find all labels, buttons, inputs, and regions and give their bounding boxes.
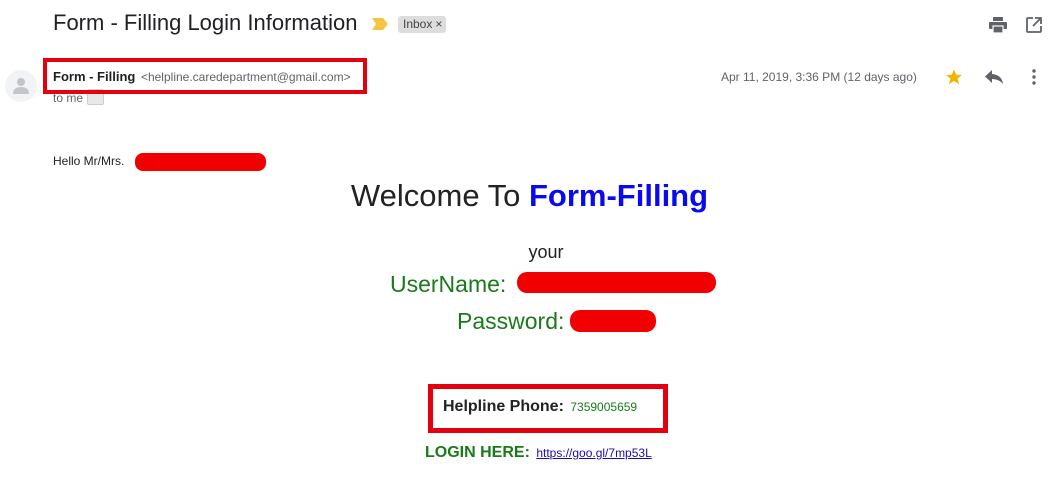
- login-line: LOGIN HERE: https://goo.gl/7mp53L: [425, 444, 652, 462]
- your-text: your: [528, 242, 564, 262]
- helpline-label: Helpline Phone:: [443, 398, 564, 415]
- password-label: Password:: [457, 308, 565, 334]
- label-important-icon[interactable]: [371, 17, 389, 31]
- redaction-mark-password: [570, 310, 656, 332]
- login-link[interactable]: https://goo.gl/7mp53L: [536, 446, 651, 460]
- star-icon[interactable]: [943, 66, 965, 88]
- welcome-prefix: Welcome To: [350, 178, 529, 213]
- sender-avatar[interactable]: [5, 70, 37, 102]
- username-label: UserName:: [390, 271, 507, 297]
- more-vertical-icon[interactable]: [1023, 66, 1045, 88]
- login-label: LOGIN HERE:: [425, 444, 530, 461]
- helpline-line: Helpline Phone: 7359005659: [443, 398, 637, 416]
- email-date: Apr 11, 2019, 3:36 PM (12 days ago): [721, 70, 917, 84]
- redaction-mark-username: [517, 272, 716, 293]
- sender-email: <helpline.caredepartment@gmail.com>: [140, 70, 351, 84]
- welcome-heading: Welcome To Form-Filling: [0, 178, 1059, 214]
- person-avatar-icon: [13, 78, 29, 94]
- inbox-label-chip[interactable]: Inbox ×: [398, 16, 447, 33]
- inbox-label-text: Inbox: [403, 17, 433, 31]
- print-icon[interactable]: [987, 14, 1009, 36]
- greeting-text: Hello Mr/Mrs.: [53, 154, 125, 168]
- helpline-number[interactable]: 7359005659: [570, 400, 637, 414]
- redaction-mark-name: [135, 153, 266, 171]
- sender-name[interactable]: Form - Filling: [53, 69, 135, 84]
- sender-line: Form - Filling <helpline.caredepartment@…: [53, 69, 351, 84]
- remove-label-icon[interactable]: ×: [435, 17, 442, 31]
- welcome-brand: Form-Filling: [528, 178, 709, 213]
- email-subject: Form - Filling Login Information: [53, 10, 358, 35]
- reply-icon[interactable]: [983, 66, 1005, 88]
- open-in-new-window-icon[interactable]: [1023, 14, 1045, 36]
